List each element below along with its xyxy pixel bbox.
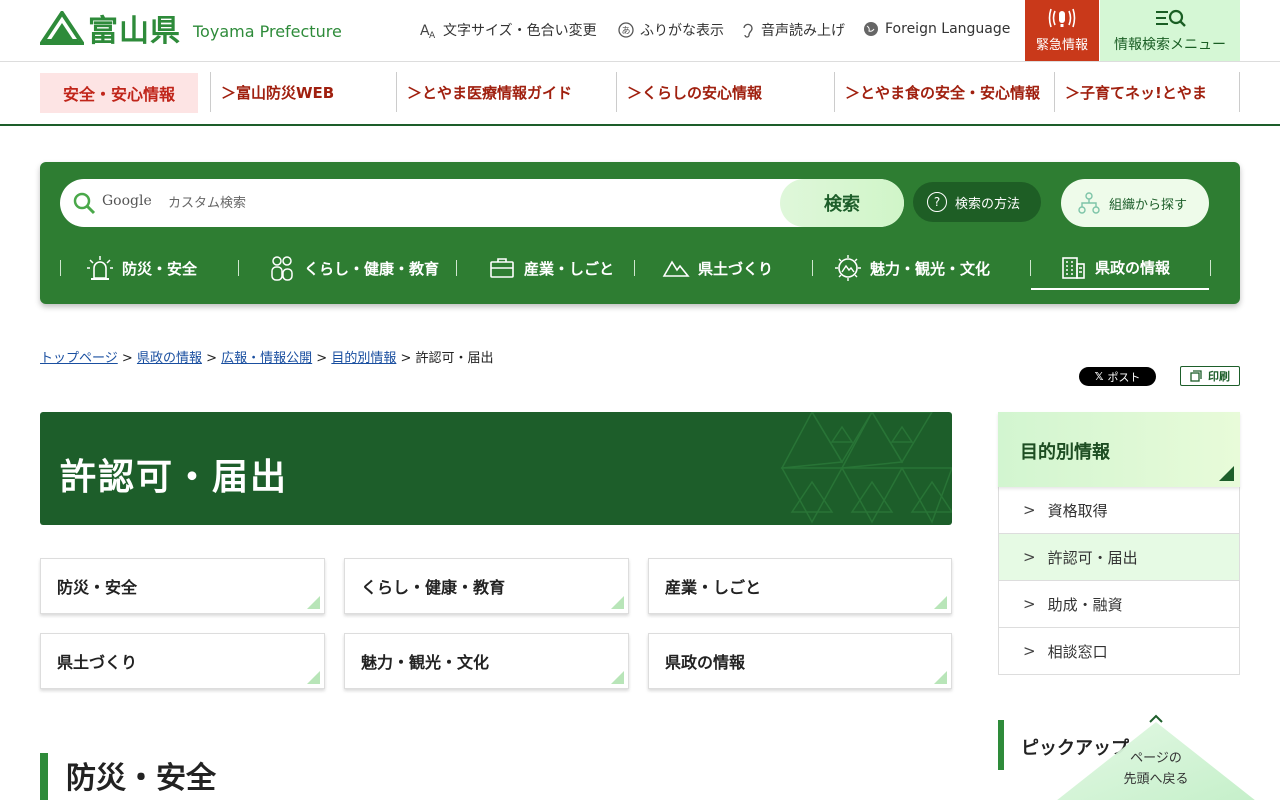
subnav-item-living-safety[interactable]: ＞くらしの安心情報 — [616, 72, 834, 112]
google-brand-label: Google — [102, 193, 152, 209]
category-nav-land[interactable]: 県土づくり — [662, 246, 773, 290]
subnav-item-medical-guide[interactable]: ＞とやま医療情報ガイド — [396, 72, 616, 112]
logo-text-en: Toyama Prefecture — [193, 21, 342, 41]
card-tourism[interactable]: 魅力・観光・文化 — [344, 633, 629, 689]
site-logo[interactable]: 富山県 Toyama Prefecture — [40, 10, 342, 49]
sidebar: 目的別情報 > 資格取得 > 許認可・届出 > 助成・融資 > 相談窓口 — [998, 412, 1240, 675]
category-nav-bousai[interactable]: 防災・安全 — [86, 246, 197, 290]
safety-subnav: 安全・安心情報 ＞富山防災WEB ＞とやま医療情報ガイド ＞くらしの安心情報 ＞… — [0, 62, 1280, 126]
mountain-icon — [662, 260, 690, 277]
category-separator — [812, 260, 813, 276]
text-size-color-link[interactable]: AA 文字サイズ・色合い変更 — [420, 20, 597, 40]
breadcrumb-link-government[interactable]: 県政の情報 — [137, 351, 202, 366]
category-nav-living[interactable]: くらし・健康・教育 — [268, 246, 439, 290]
subnav-divider — [1239, 72, 1240, 112]
x-logo-icon: 𝕏 — [1094, 370, 1104, 383]
breadcrumb-link-top[interactable]: トップページ — [40, 351, 118, 366]
search-button[interactable]: 検索 — [780, 179, 904, 227]
decorative-pattern-icon — [780, 412, 952, 524]
sidebar-item-consultation[interactable]: > 相談窓口 — [998, 628, 1240, 675]
search-menu-icon — [1156, 9, 1186, 27]
read-aloud-link[interactable]: 音声読み上げ — [738, 20, 845, 40]
category-separator — [60, 260, 61, 276]
subnav-item-food-safety[interactable]: ＞とやま食の安全・安心情報 — [834, 72, 1054, 112]
search-panel: Google 検索 ? 検索の方法 組織から探す 防災・安全 — [40, 162, 1240, 304]
emergency-info-button[interactable]: 緊急情報 — [1025, 0, 1099, 61]
card-bousai[interactable]: 防災・安全 — [40, 558, 325, 614]
sightseeing-icon — [835, 255, 861, 281]
page-title: 許認可・届出 — [60, 457, 289, 498]
subnav-item-bousai-web[interactable]: ＞富山防災WEB — [210, 72, 396, 112]
search-how-to-button[interactable]: ? 検索の方法 — [913, 182, 1041, 222]
svg-text:A: A — [429, 31, 436, 39]
search-icon — [73, 192, 96, 215]
chevron-right-icon: > — [1023, 501, 1036, 519]
search-by-organization-button[interactable]: 組織から探す — [1061, 179, 1209, 227]
chevron-right-icon: > — [1023, 548, 1036, 566]
furigana-icon: あ — [617, 21, 635, 39]
section-heading: 防災・安全 — [40, 753, 216, 800]
category-nav-government[interactable]: 県政の情報 — [1031, 246, 1209, 290]
category-separator — [238, 260, 239, 276]
category-separator — [1210, 260, 1211, 276]
building-icon — [1062, 257, 1085, 279]
prefecture-emblem-icon — [40, 11, 84, 45]
svg-text:あ: あ — [622, 26, 631, 37]
organization-icon — [1078, 192, 1100, 214]
globe-icon — [862, 20, 880, 38]
card-land[interactable]: 県土づくり — [40, 633, 325, 689]
breadcrumb-link-pr[interactable]: 広報・情報公開 — [221, 351, 312, 366]
chevron-right-icon: > — [1023, 642, 1036, 660]
card-government[interactable]: 県政の情報 — [648, 633, 952, 689]
sidebar-item-subsidy[interactable]: > 助成・融資 — [998, 581, 1240, 628]
subnav-item-kosodate[interactable]: ＞子育てネッ!とやま — [1054, 72, 1239, 112]
logo-text-jp: 富山県 — [88, 14, 181, 49]
family-icon — [271, 256, 293, 281]
chevron-right-icon: > — [1023, 595, 1036, 613]
category-nav: 防災・安全 くらし・健康・教育 産業・しごと 県土づくり 魅力・観光・文化 県政… — [60, 246, 1220, 290]
alarm-icon — [1048, 8, 1076, 28]
breadcrumb: トップページ > 県政の情報 > 広報・情報公開 > 目的別情報 > 許認可・届… — [40, 351, 494, 366]
sidebar-title: 目的別情報 — [998, 412, 1240, 487]
category-separator — [456, 260, 457, 276]
page-title-banner: 許認可・届出 — [40, 412, 952, 525]
search-box: Google 検索 — [60, 179, 904, 227]
question-icon: ? — [927, 192, 947, 212]
briefcase-icon — [490, 258, 514, 278]
foreign-language-link[interactable]: Foreign Language — [862, 20, 1010, 38]
furigana-link[interactable]: あ ふりがな表示 — [617, 20, 724, 40]
x-post-button[interactable]: 𝕏 ポスト — [1079, 367, 1156, 386]
breadcrumb-link-purpose[interactable]: 目的別情報 — [331, 351, 396, 366]
card-living[interactable]: くらし・健康・教育 — [344, 558, 629, 614]
category-separator — [634, 260, 635, 276]
ear-icon — [738, 21, 756, 39]
info-search-menu-button[interactable]: 情報検索メニュー — [1100, 0, 1240, 61]
back-to-top-button[interactable]: ページの 先頭へ戻る — [1040, 712, 1270, 800]
site-header: 富山県 Toyama Prefecture AA 文字サイズ・色合い変更 あ ふ… — [0, 0, 1280, 62]
breadcrumb-current: 許認可・届出 — [415, 351, 494, 366]
print-icon — [1190, 370, 1202, 382]
sidebar-item-permits[interactable]: > 許認可・届出 — [998, 534, 1240, 581]
category-nav-tourism[interactable]: 魅力・観光・文化 — [834, 246, 990, 290]
sidebar-item-qualification[interactable]: > 資格取得 — [998, 487, 1240, 534]
subnav-safety-info[interactable]: 安全・安心情報 — [40, 73, 198, 113]
text-size-icon: AA — [420, 21, 438, 39]
siren-icon — [87, 256, 113, 280]
search-input[interactable] — [168, 189, 768, 217]
print-button[interactable]: 印刷 — [1180, 366, 1240, 386]
category-nav-industry[interactable]: 産業・しごと — [488, 246, 614, 290]
card-industry[interactable]: 産業・しごと — [648, 558, 952, 614]
